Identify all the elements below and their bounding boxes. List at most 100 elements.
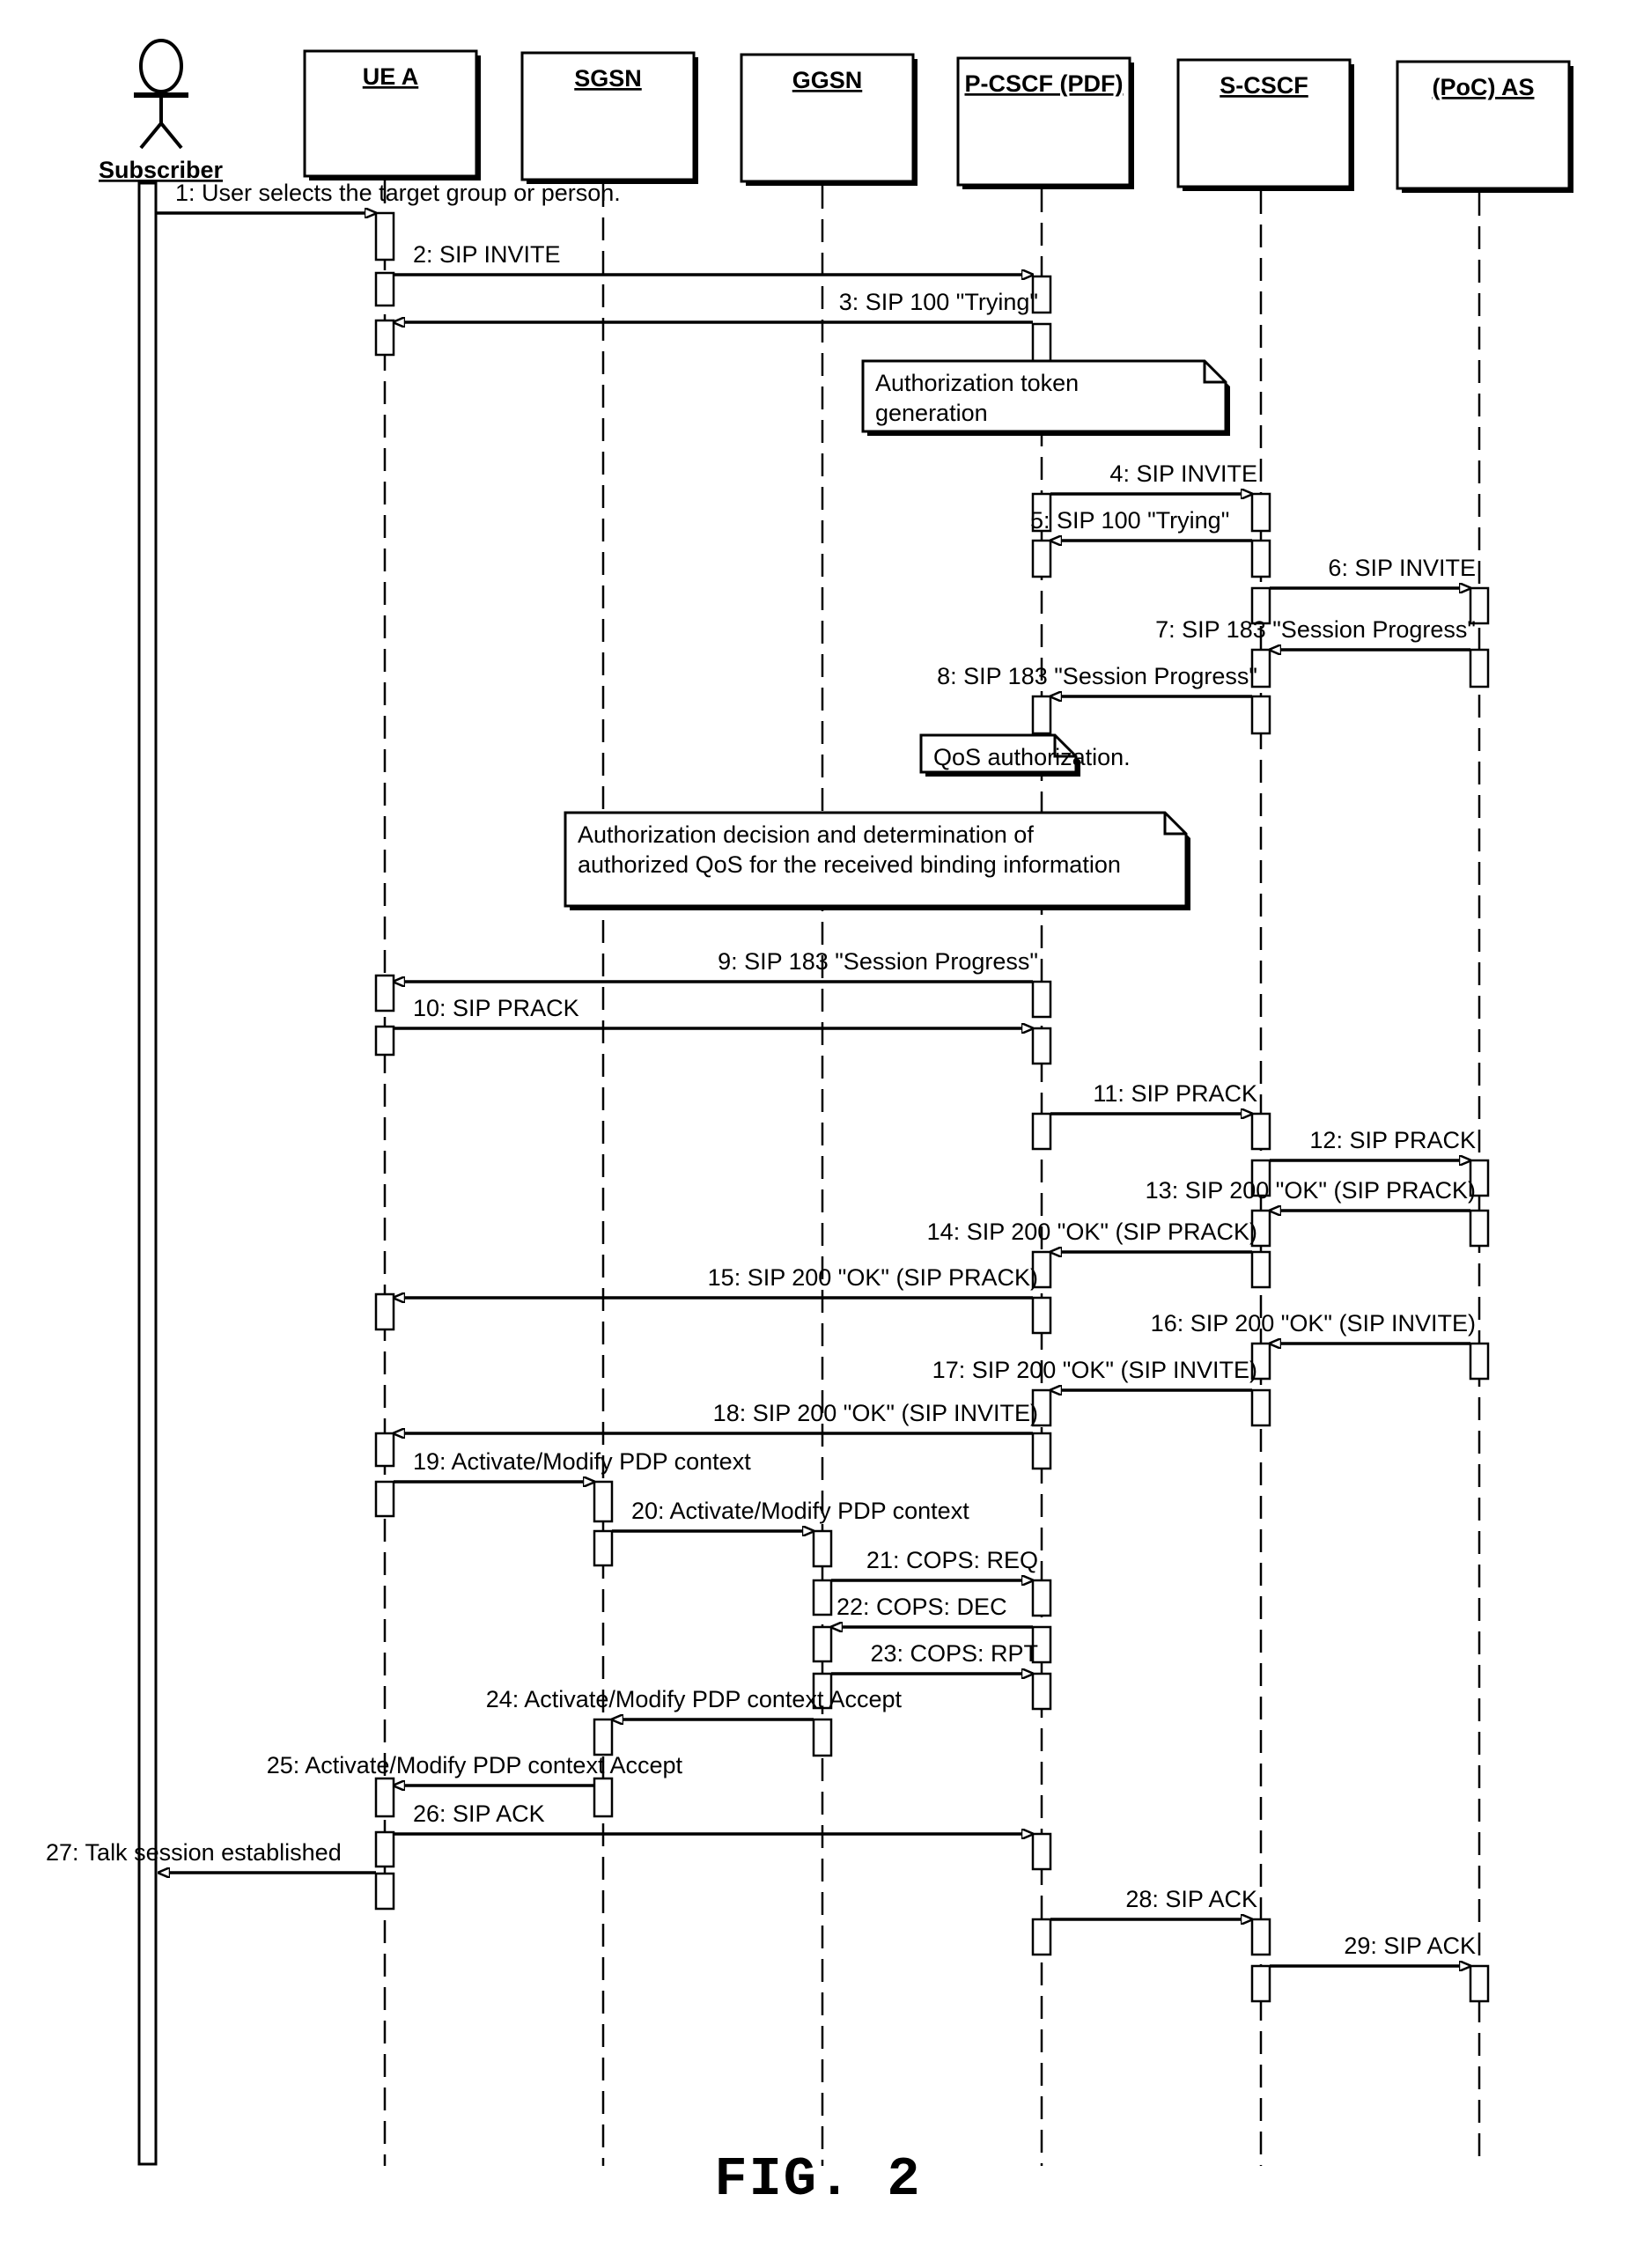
note-text-line: Authorization token [875,370,1079,396]
message-label: 13: SIP 200 "OK" (SIP PRACK) [1146,1177,1476,1204]
message-label: 14: SIP 200 "OK" (SIP PRACK) [927,1219,1257,1245]
message-13: 13: SIP 200 "OK" (SIP PRACK) [1146,1177,1476,1211]
message-10: 10: SIP PRACK [394,995,1033,1028]
lifeline-label: P-CSCF (PDF) [965,70,1124,97]
message-5: 5: SIP 100 "Trying" [1030,507,1252,541]
message-label: 29: SIP ACK [1344,1933,1476,1959]
activation-bar-pcscf [1031,322,1052,363]
message-label: 4: SIP INVITE [1109,460,1257,487]
message-25: 25: Activate/Modify PDP context Accept [267,1752,683,1786]
message-label: 28: SIP ACK [1125,1886,1257,1912]
note-text-line: Authorization decision and determination… [578,821,1034,848]
activation-bar-ggsn [812,1718,833,1757]
message-2: 2: SIP INVITE [394,241,1033,275]
message-label: 10: SIP PRACK [413,995,579,1021]
message-4: 4: SIP INVITE [1050,460,1257,494]
note-text-line: QoS authorization. [933,744,1131,770]
message-12: 12: SIP PRACK [1270,1127,1476,1160]
message-label: 8: SIP 183 "Session Progress" [937,663,1257,689]
message-label: 7: SIP 183 "Session Progress" [1155,616,1476,643]
activation-bar-ue [374,1025,395,1057]
lifeline-label: SGSN [574,65,642,92]
message-label: 18: SIP 200 "OK" (SIP INVITE) [713,1400,1038,1426]
sequence-diagram: Subscriber UE A SGSN GGSN P-CSCF (PDF) S-CSC… [46,39,1573,2166]
activation-bar-ue [374,1872,395,1911]
message-label: 9: SIP 183 "Session Progress" [718,948,1038,975]
activation-bar-scscf [1250,1388,1271,1427]
activation-bar-sgsn [593,1480,614,1523]
message-23: 23: COPS: RPT [831,1640,1038,1674]
activation-bar-scscf [1250,695,1271,735]
activation-bar-sgsn [593,1529,614,1567]
message-label: 16: SIP 200 "OK" (SIP INVITE) [1151,1310,1476,1336]
message-19: 19: Activate/Modify PDP context [394,1448,751,1482]
message-14: 14: SIP 200 "OK" (SIP PRACK) [927,1219,1257,1252]
message-18: 18: SIP 200 "OK" (SIP INVITE) [394,1400,1038,1433]
message-label: 5: SIP 100 "Trying" [1030,507,1229,534]
note-qos: QoS authorization. [919,733,1131,777]
lifeline-label: S-CSCF [1220,72,1308,99]
note-token: Authorization token generation [861,359,1230,436]
message-label: 15: SIP 200 "OK" (SIP PRACK) [708,1264,1038,1291]
message-label: 2: SIP INVITE [413,241,561,268]
activation-bar-ggsn [812,1529,833,1568]
activation-bar-pcscf [1031,1432,1052,1470]
activation-bar-scscf [1250,539,1271,578]
message-28: 28: SIP ACK [1050,1886,1257,1919]
lifeline-as: (PoC) AS [1396,60,1573,2166]
activation-bar-ue [374,1432,395,1468]
activation-bar-pcscf [1031,1112,1052,1151]
activation-bar-scscf [1250,1250,1271,1289]
message-7: 7: SIP 183 "Session Progress" [1155,616,1476,650]
lifeline-label: GGSN [792,67,863,93]
activation-bar-ue [374,1830,395,1868]
activation-bar-pcscf [1031,1918,1052,1956]
lifeline-label: UE A [363,63,419,90]
message-label: 23: COPS: RPT [870,1640,1038,1667]
activation-bar-sgsn [593,1718,614,1756]
message-21: 21: COPS: REQ [831,1547,1038,1580]
message-label: 1: User selects the target group or pers… [175,180,621,206]
message-29: 29: SIP ACK [1270,1933,1476,1966]
activation-bar-ue [374,211,395,261]
activation-bar-ue [374,1480,395,1518]
figure-caption: FIG. 2 [714,2148,922,2211]
activation-bar-scscf [1250,1964,1271,2003]
activation-bar-ue [374,974,395,1012]
activation-bar-ggsn [812,1625,833,1663]
activation-bars [374,211,1490,2003]
message-label: 12: SIP PRACK [1309,1127,1476,1153]
message-22: 22: COPS: DEC [831,1594,1033,1627]
activation-bar-scscf [1250,492,1271,533]
message-label: 3: SIP 100 "Trying" [839,289,1038,315]
activation-bar-pcscf [1031,1579,1052,1617]
activation-bar-pcscf [1031,1296,1052,1335]
activation-bar-ue [374,319,395,357]
message-label: 17: SIP 200 "OK" (SIP INVITE) [932,1357,1257,1383]
message-15: 15: SIP 200 "OK" (SIP PRACK) [394,1264,1038,1298]
message-9: 9: SIP 183 "Session Progress" [394,948,1038,982]
activation-bar-pcscf [1031,980,1052,1019]
subscriber-activation-bar [137,181,158,2166]
note-decision: Authorization decision and determination… [564,811,1190,910]
message-11: 11: SIP PRACK [1050,1080,1257,1114]
stick-figure-icon [134,39,188,150]
message-27: 27: Talk session established [46,1839,376,1873]
activation-bar-scscf [1250,1112,1271,1151]
message-label: 26: SIP ACK [413,1800,545,1827]
activation-bar-pcscf [1031,539,1052,578]
message-label: 19: Activate/Modify PDP context [413,1448,751,1475]
activation-bar-as [1469,1342,1490,1381]
lifeline-sgsn: SGSN [520,51,698,2166]
message-label: 27: Talk session established [46,1839,342,1866]
message-label: 25: Activate/Modify PDP context Accept [267,1752,683,1778]
activation-bar-scscf [1250,1918,1271,1956]
note-text-line: generation [875,400,988,426]
message-label: 11: SIP PRACK [1093,1080,1257,1107]
activation-bar-ue [374,1777,395,1818]
activation-bar-as [1469,1209,1490,1248]
message-label: 20: Activate/Modify PDP context [631,1498,969,1524]
message-26: 26: SIP ACK [394,1800,1033,1834]
message-label: 6: SIP INVITE [1328,555,1476,581]
activation-bar-ue [374,1292,395,1331]
